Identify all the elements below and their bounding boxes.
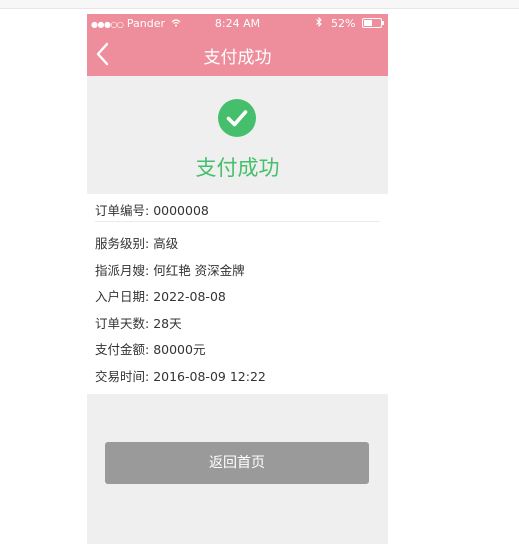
page-title: 支付成功 — [203, 48, 272, 68]
detail-label: 入户日期: — [95, 289, 150, 304]
order-details-list: 服务级别: 高级 指派月嫂: 何红艳 资深金牌 入户日期: 2022-08-08… — [95, 233, 266, 392]
browser-top-strip — [0, 0, 519, 9]
detail-row-transaction-time: 交易时间: 2016-08-09 12:22 — [95, 366, 266, 393]
order-number-label: 订单编号: — [95, 203, 150, 218]
status-bar: ●●●○○ Pander 8:24 AM 52% — [87, 14, 388, 32]
detail-row-payment-amount: 支付金额: 80000元 — [95, 339, 266, 366]
detail-row-order-days: 订单天数: 28天 — [95, 313, 266, 340]
order-number-value: 0000008 — [153, 203, 209, 218]
battery-level — [364, 20, 372, 26]
detail-label: 服务级别: — [95, 236, 150, 251]
detail-label: 交易时间: — [95, 368, 150, 384]
status-right: 52% — [316, 16, 384, 30]
detail-value: 2016-08-09 12:22 — [153, 368, 266, 384]
detail-label: 指派月嫂: — [95, 262, 150, 278]
battery-percent: 52% — [331, 17, 356, 30]
detail-value: 2022-08-08 — [153, 289, 226, 304]
return-home-button[interactable]: 返回首页 — [105, 442, 369, 484]
order-info-card: 订单编号: 0000008 服务级别: 高级 指派月嫂: 何红艳 资深金牌 入户… — [87, 194, 388, 394]
detail-label: 订单天数: — [95, 315, 150, 331]
divider — [95, 221, 380, 222]
battery-icon — [362, 18, 384, 28]
detail-value: 何红艳 资深金牌 — [153, 262, 245, 278]
detail-row-service-level: 服务级别: 高级 — [95, 233, 266, 260]
bluetooth-icon — [316, 16, 325, 30]
phone-screen: ●●●○○ Pander 8:24 AM 52% 支付成功 支付成功 订单编号:… — [87, 14, 388, 544]
check-circle-icon — [218, 99, 256, 137]
detail-value: 80000元 — [153, 342, 206, 357]
success-message: 支付成功 — [195, 156, 280, 180]
detail-row-start-date: 入户日期: 2022-08-08 — [95, 286, 266, 313]
nav-bar: 支付成功 — [87, 32, 388, 76]
success-banner: 支付成功 — [87, 76, 388, 194]
detail-row-assigned-nanny: 指派月嫂: 何红艳 资深金牌 — [95, 260, 266, 287]
detail-label: 支付金额: — [95, 342, 150, 357]
battery-tip — [382, 21, 384, 25]
order-number-row: 订单编号: 0000008 — [95, 200, 209, 219]
detail-value: 28天 — [153, 315, 182, 331]
detail-value: 高级 — [153, 236, 179, 251]
